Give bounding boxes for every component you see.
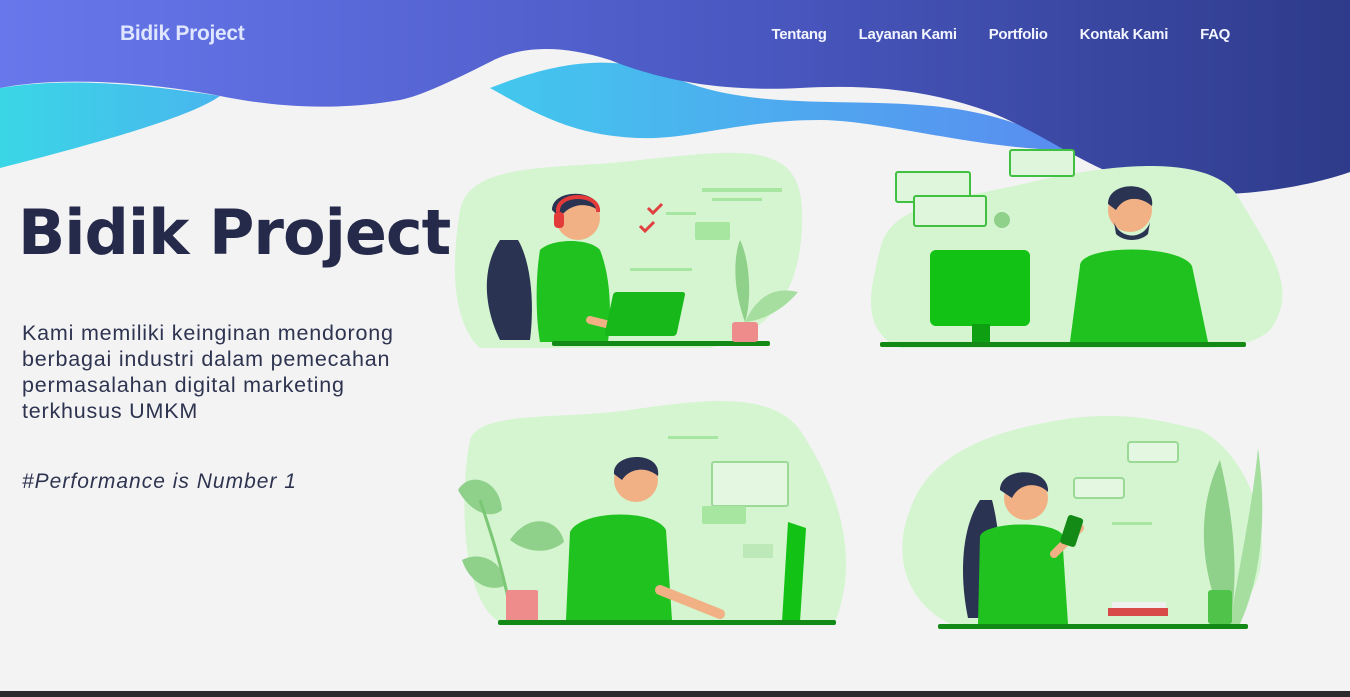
hero-tagline: #Performance is Number 1	[22, 470, 297, 493]
woman-with-phone-icon	[902, 415, 1263, 629]
man-at-desktop-computer-icon	[871, 149, 1283, 349]
page-bottom-border	[0, 691, 1350, 697]
woman-with-headset-at-laptop-icon	[454, 152, 803, 348]
nav-menu: Tentang Layanan Kami Portfolio Kontak Ka…	[771, 26, 1230, 43]
hero-illustration	[454, 149, 1283, 629]
brand-logo-link[interactable]: Bidik Project	[120, 22, 245, 46]
nav-link-faq[interactable]: FAQ	[1200, 26, 1230, 43]
top-navbar: Bidik Project Tentang Layanan Kami Portf…	[0, 0, 1350, 72]
hero-title: Bidik Project	[18, 196, 451, 269]
nav-link-kontak-kami[interactable]: Kontak Kami	[1080, 26, 1169, 43]
nav-link-tentang[interactable]: Tentang	[771, 26, 826, 43]
hero-description: Kami memiliki keinginan mendorong berbag…	[22, 321, 394, 423]
nav-link-portfolio[interactable]: Portfolio	[989, 26, 1048, 43]
nav-link-layanan-kami[interactable]: Layanan Kami	[859, 26, 957, 43]
man-at-monitor-icon	[458, 401, 847, 625]
